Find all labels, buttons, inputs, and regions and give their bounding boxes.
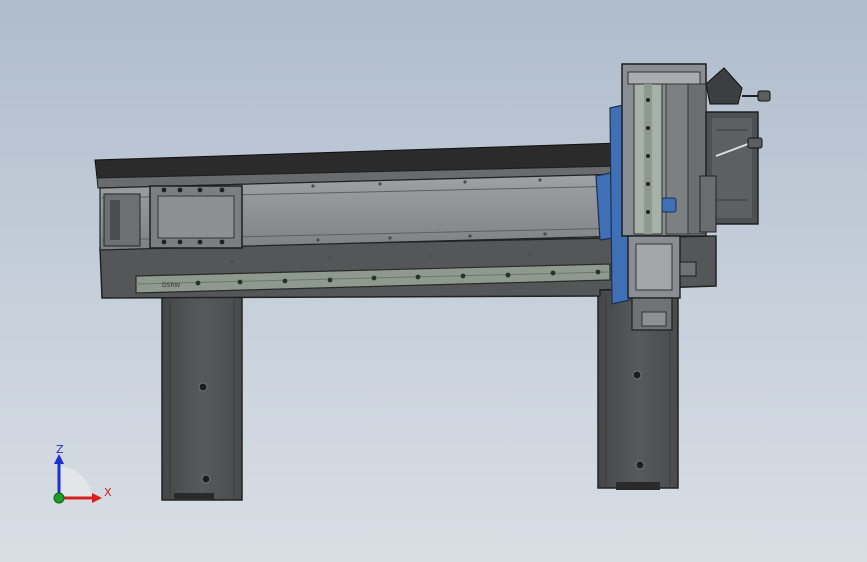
- left-leg[interactable]: [161, 295, 243, 501]
- z-axis-label: Z: [56, 443, 64, 456]
- servo-motor[interactable]: [699, 111, 759, 233]
- x-axis-label: X: [104, 486, 112, 499]
- x-axis-arrowhead: [92, 493, 102, 503]
- rail-marking: DSRW: [162, 282, 180, 289]
- gantry-assembly-model[interactable]: DSRW: [0, 0, 867, 562]
- z-axis-module[interactable]: [621, 63, 707, 331]
- graphics-viewport[interactable]: DSRW Z X: [0, 0, 867, 562]
- motor-connector-top[interactable]: [705, 67, 771, 105]
- coordinate-triad: Z X: [53, 443, 112, 504]
- x-carriage-block[interactable]: [149, 185, 243, 249]
- origin-marker: [53, 492, 65, 504]
